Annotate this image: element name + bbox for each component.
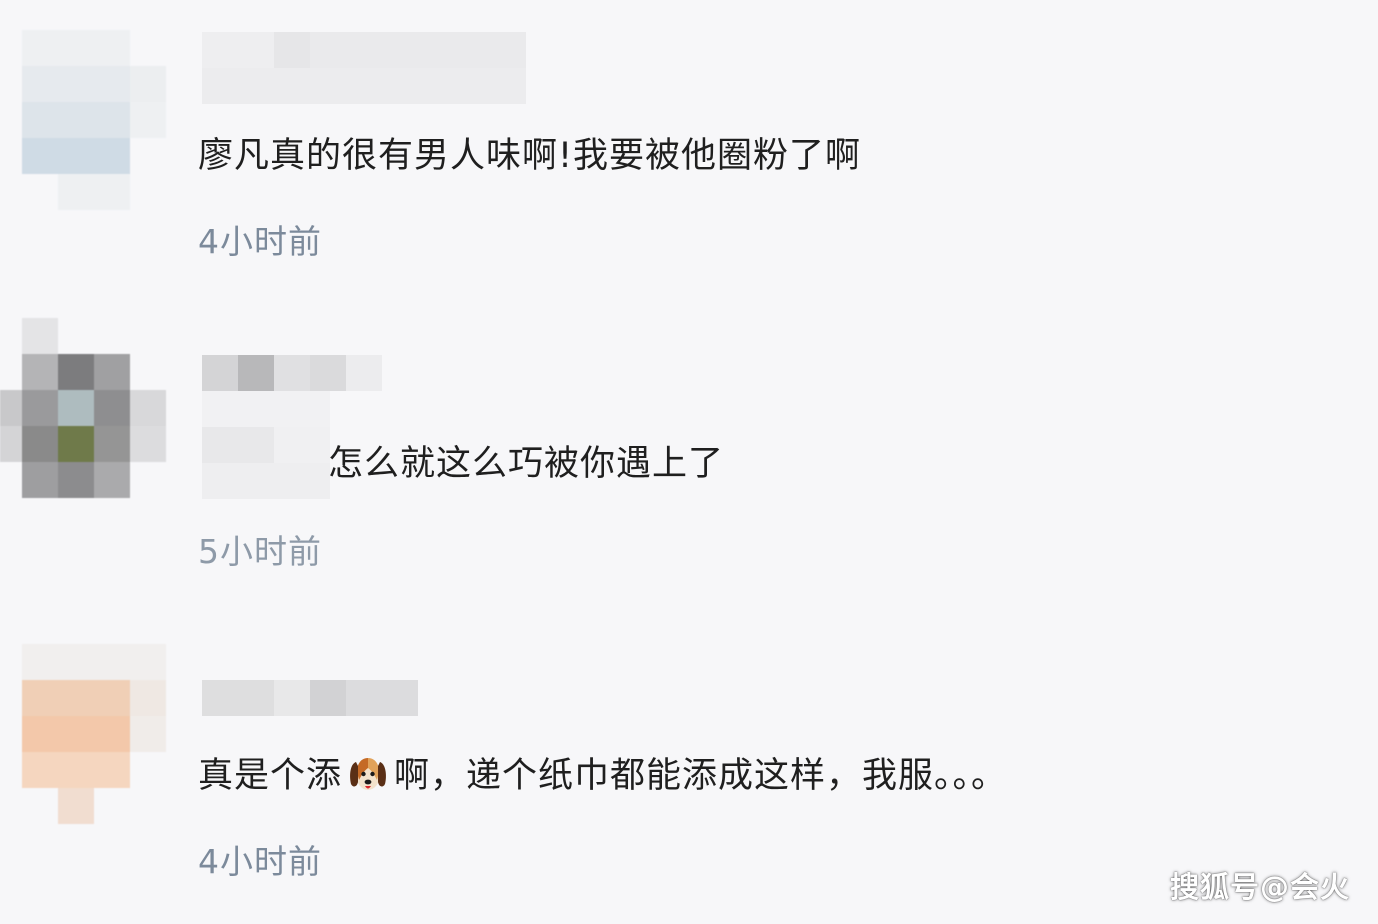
comment-timestamp: 4小时前 [198,222,322,261]
comment-timestamp: 4小时前 [198,842,322,881]
comment-timestamp: 5小时前 [198,532,322,571]
dog-face-icon [346,752,390,796]
avatar[interactable] [0,644,166,824]
comment-text-after: 啊，递个纸巾都能添成这样，我服。。。 [394,756,1008,796]
comment-text: 真是个添 啊，递个纸巾都能添成这样，我服。。。 [198,754,1007,799]
comment-text: 怎么就这么巧被你遇上了 [328,444,725,484]
avatar[interactable] [0,30,166,210]
comment-text: 廖凡真的很有男人味啊!我要被他圈粉了啊 [198,136,862,176]
watermark: 搜狐号@会火 [1169,870,1350,904]
comment-text-before: 真是个添 [198,756,343,796]
avatar[interactable] [0,318,166,498]
